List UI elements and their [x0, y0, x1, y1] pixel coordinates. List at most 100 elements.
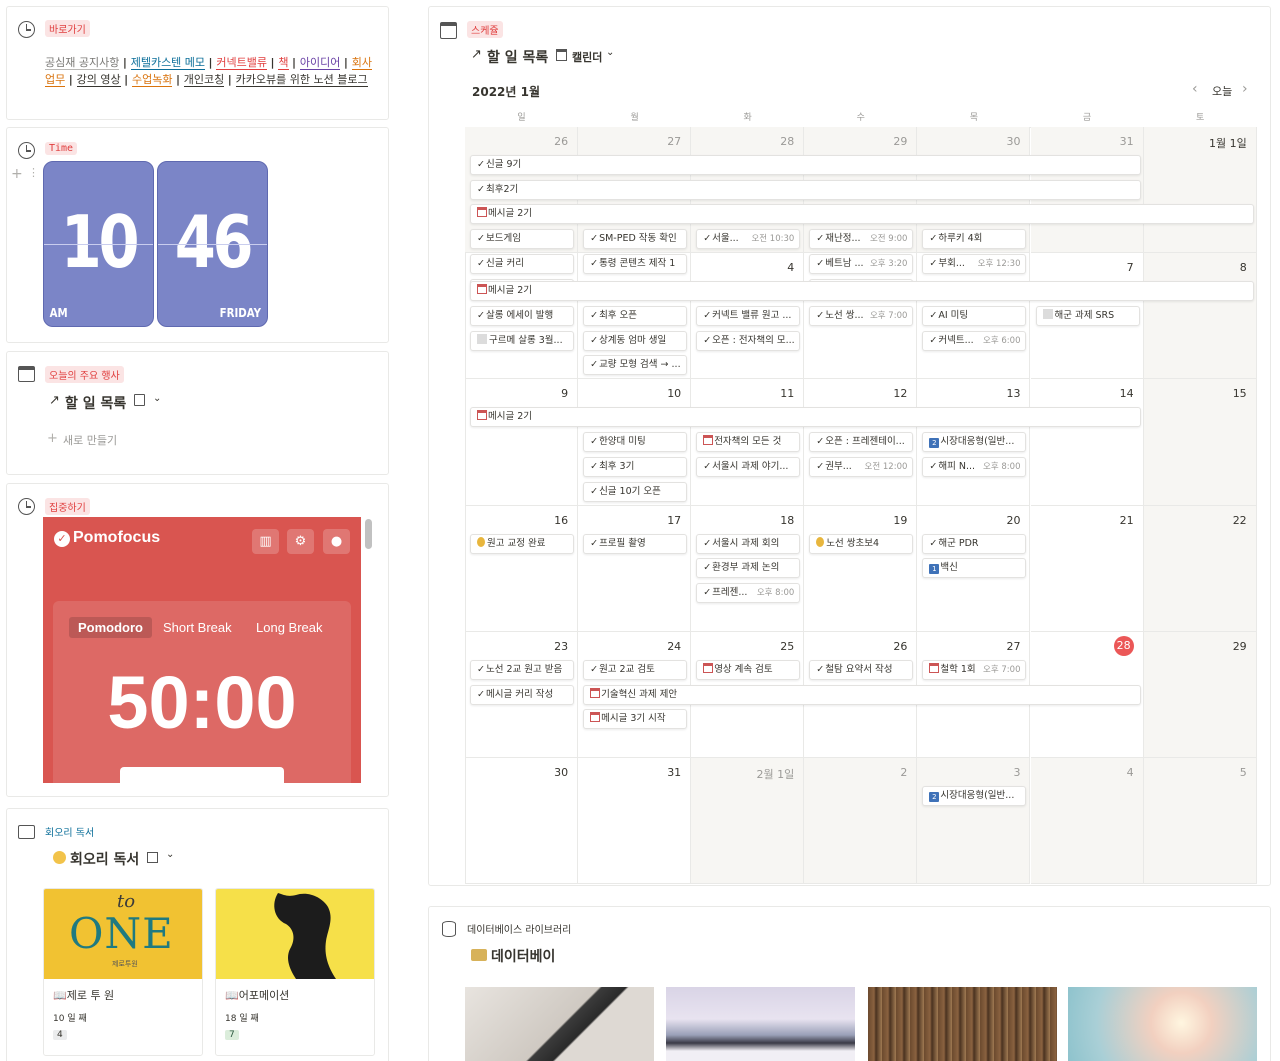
- link-coaching[interactable]: 개인코칭: [183, 73, 225, 87]
- reading-view-title[interactable]: 회오리 독서: [70, 849, 139, 869]
- calendar-event[interactable]: ✓서울시 과제 야기...: [696, 456, 801, 477]
- calendar-event[interactable]: ✓노선 쌍... 오후 7:00: [809, 305, 914, 326]
- calendar-event[interactable]: 2 시장대응형(일반...: [922, 786, 1027, 806]
- calendar-event[interactable]: ✓철탐 요약서 작성: [809, 659, 914, 680]
- schedule-view-title[interactable]: 할 일 목록: [487, 47, 548, 67]
- new-item-button[interactable]: 새로 만들기: [63, 432, 117, 448]
- calendar-event[interactable]: ✓최후2기: [470, 179, 1141, 200]
- gallery-thumb[interactable]: [1068, 987, 1257, 1061]
- calendar-event[interactable]: 원고 교정 완료: [470, 533, 575, 554]
- calendar-event[interactable]: ✓서울시 과제 회의: [696, 533, 801, 554]
- pomofocus-logo[interactable]: Pomofocus: [73, 529, 160, 547]
- event-title: 메시글 2기: [488, 411, 533, 423]
- plus-icon[interactable]: +: [47, 431, 58, 446]
- calendar-event[interactable]: ✓프로필 촬영: [583, 533, 688, 554]
- settings-gear-icon[interactable]: ⚙: [287, 529, 314, 554]
- account-button[interactable]: ●: [323, 529, 350, 554]
- next-month-icon[interactable]: ›: [1242, 81, 1248, 97]
- calendar-event[interactable]: ✓신글 9기: [470, 155, 1141, 175]
- embed-scrollbar[interactable]: [365, 519, 372, 549]
- link-books[interactable]: 책: [278, 56, 289, 70]
- db-view-title[interactable]: 데이터베이: [491, 946, 555, 966]
- view-switch-label[interactable]: 캘린더: [572, 49, 602, 65]
- tab-short-break[interactable]: Short Break: [154, 617, 241, 638]
- calendar-event[interactable]: ✓커넥트 밸류 원고 ...: [696, 305, 801, 326]
- calendar-event[interactable]: ✓커넥트... 오후 6:00: [922, 330, 1027, 351]
- calendar-event[interactable]: ✓해피 N... 오후 8:00: [922, 456, 1027, 477]
- gallery-thumb[interactable]: [465, 987, 654, 1061]
- calendar-event[interactable]: ✓한양대 미팅: [583, 432, 688, 453]
- calendar-event[interactable]: ✓서울... 오전 10:30: [696, 229, 801, 250]
- calendar-event[interactable]: ✓통령 콘텐츠 제작 1: [583, 253, 688, 274]
- calendar-event[interactable]: 영상 계속 검토: [696, 659, 801, 680]
- book-cover: to ONE 제로투원: [44, 889, 202, 979]
- gallery-thumb[interactable]: [868, 987, 1057, 1061]
- chevron-down-icon[interactable]: ⌄: [606, 47, 614, 58]
- calendar-event[interactable]: ✓오픈 : 전자책의 모...: [696, 330, 801, 351]
- calendar-event[interactable]: ✓재난정... 오전 9:00: [809, 229, 914, 250]
- calendar-event[interactable]: 구르메 살롱 3월...: [470, 330, 575, 351]
- calendar-event[interactable]: ✓보드게임: [470, 229, 575, 250]
- today-button[interactable]: 오늘: [1212, 83, 1232, 99]
- calendar-event[interactable]: 메시글 2기: [470, 407, 1141, 428]
- calendar-event[interactable]: ✓오픈 : 프레젠테이...: [809, 432, 914, 453]
- today-view-title[interactable]: 할 일 목록: [65, 393, 126, 413]
- link-connect-value[interactable]: 커넥트밸류: [216, 56, 268, 70]
- calendar-event[interactable]: ✓최후 오픈: [583, 305, 688, 326]
- calendar-event[interactable]: ✓프레젠... 오후 8:00: [696, 583, 801, 603]
- tab-long-break[interactable]: Long Break: [247, 617, 332, 638]
- list-view-icon[interactable]: [134, 394, 145, 406]
- add-block-icon[interactable]: +: [11, 166, 23, 182]
- calendar-event[interactable]: ✓최후 3기: [583, 456, 688, 477]
- calendar-event[interactable]: ✓베트남 ... 오후 3:20: [809, 253, 914, 274]
- calendar-event[interactable]: 2 시장대응형(일반...: [922, 432, 1027, 453]
- calendar-event[interactable]: ✓SM-PED 작동 확인: [583, 229, 688, 250]
- prev-month-icon[interactable]: ‹: [1192, 81, 1198, 97]
- calendar-event[interactable]: 철학 1회 오후 7:00: [922, 659, 1027, 680]
- calendar-view-icon[interactable]: [556, 49, 567, 61]
- calendar-event[interactable]: ✓부회... 오후 12:30: [922, 253, 1027, 274]
- calendar-event[interactable]: ✓해군 PDR: [922, 533, 1027, 554]
- calendar-event[interactable]: ✓하루키 4회: [922, 229, 1027, 250]
- calendar-event[interactable]: 메시글 2기: [470, 204, 1254, 225]
- start-button[interactable]: [120, 767, 284, 783]
- event-title: 노선 쌍...: [825, 309, 864, 321]
- calendar-event[interactable]: ✓환경부 과제 논의: [696, 558, 801, 579]
- calendar-event[interactable]: 해군 과제 SRS: [1035, 305, 1140, 326]
- link-notice[interactable]: 공심재 공지사항: [45, 56, 120, 70]
- calendar-event[interactable]: ✓권부... 오전 12:00: [809, 456, 914, 477]
- link-ideas[interactable]: 아이디어: [299, 56, 341, 70]
- link-zettelkasten[interactable]: 제텔카스텐 메모: [130, 56, 206, 70]
- checkmark-icon: ✓: [703, 460, 712, 472]
- checkmark-icon: ✓: [477, 309, 485, 321]
- calendar-event[interactable]: 전자책의 모든 것: [696, 432, 801, 453]
- gallery-thumb[interactable]: [666, 987, 855, 1061]
- calendar-event[interactable]: 메시글 3기 시작: [583, 709, 688, 730]
- calendar-event[interactable]: ✓상계동 엄마 생일: [583, 330, 688, 351]
- chevron-down-icon[interactable]: ⌄: [153, 393, 161, 404]
- calendar-event[interactable]: ✓AI 미팅: [922, 305, 1027, 326]
- link-notion-blog[interactable]: 카카오뷰를 위한 노션 블로그: [235, 73, 368, 87]
- calendar-event[interactable]: ✓원고 2교 검토: [583, 659, 688, 680]
- tab-pomodoro[interactable]: Pomodoro: [69, 617, 152, 638]
- gallery-view-icon[interactable]: [147, 852, 158, 863]
- calendar-event[interactable]: 메시글 2기: [470, 281, 1254, 302]
- day-number: 23: [554, 639, 569, 653]
- report-button[interactable]: ▥: [252, 529, 279, 554]
- calendar-event[interactable]: ✓신글 10기 오픈: [583, 481, 688, 502]
- calendar-event[interactable]: ✓신글 커리: [470, 253, 575, 274]
- book-card[interactable]: 📖어포메이션 18 일 째 7: [215, 888, 375, 1056]
- day-number: 26: [893, 639, 908, 653]
- calendar-event[interactable]: ✓교량 모형 검색 → ...: [583, 355, 688, 376]
- calendar-event[interactable]: ✓살롱 에세이 발행: [470, 305, 575, 326]
- calendar-event[interactable]: 기술혁신 과제 제안: [583, 684, 1141, 705]
- link-class-recording[interactable]: 수업녹화: [131, 73, 173, 87]
- book-card[interactable]: to ONE 제로투원 📖제로 투 원 10 일 째 4: [43, 888, 203, 1056]
- calendar-event[interactable]: ✓노선 2교 원고 받음: [470, 659, 575, 680]
- calendar-event[interactable]: ✓메시글 커리 작성: [470, 684, 575, 705]
- chevron-down-icon[interactable]: ⌄: [166, 849, 174, 860]
- link-lecture-videos[interactable]: 강의 영상: [76, 73, 121, 87]
- calendar-event[interactable]: 노선 쌍초보4: [809, 533, 914, 554]
- calendar-event[interactable]: 1 백신: [922, 558, 1027, 579]
- checkmark-icon: ✓: [477, 233, 485, 245]
